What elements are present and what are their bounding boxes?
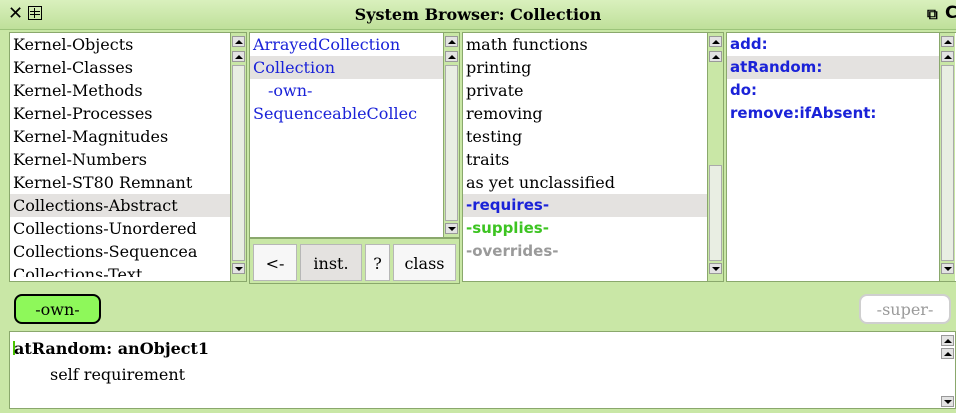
scroll-up-icon[interactable] xyxy=(445,51,458,62)
class-pane[interactable]: ArrayedCollection Collection -own- Seque… xyxy=(249,32,460,238)
selector-item[interactable]: remove:ifAbsent: xyxy=(727,102,941,125)
category-item[interactable]: Kernel-Objects xyxy=(10,33,230,56)
window-title: System Browser: Collection xyxy=(354,5,602,24)
method-signature[interactable]: atRandom: anObject1 xyxy=(14,339,209,358)
class-item-selected[interactable]: Collection xyxy=(250,56,443,79)
scroll-up-icon[interactable] xyxy=(709,36,722,47)
protocol-list[interactable]: math functions printing private removing… xyxy=(463,33,707,281)
category-item[interactable]: Collections-Unordered xyxy=(10,217,230,240)
scroll-down-icon[interactable] xyxy=(941,396,954,407)
protocol-pane[interactable]: math functions printing private removing… xyxy=(462,32,724,282)
back-button[interactable]: <- xyxy=(253,244,297,281)
class-list[interactable]: ArrayedCollection Collection -own- Seque… xyxy=(250,33,443,237)
selector-list[interactable]: add: atRandom: do: remove:ifAbsent: xyxy=(727,33,941,281)
protocol-item[interactable]: traits xyxy=(463,148,707,171)
category-item[interactable]: Kernel-Numbers xyxy=(10,148,230,171)
scrollbar-thumb[interactable] xyxy=(445,65,458,221)
category-item[interactable]: Kernel-Classes xyxy=(10,56,230,79)
selector-scrollbar[interactable] xyxy=(939,33,955,281)
super-button[interactable]: -super- xyxy=(859,294,951,324)
selector-item[interactable]: do: xyxy=(727,79,941,102)
protocol-requires[interactable]: -requires- xyxy=(463,194,707,217)
category-item[interactable]: Kernel-Magnitudes xyxy=(10,125,230,148)
protocol-scrollbar[interactable] xyxy=(707,33,723,281)
own-button[interactable]: -own- xyxy=(14,294,101,324)
category-item[interactable]: Collections-Sequencea xyxy=(10,240,230,263)
scroll-down-icon[interactable] xyxy=(445,223,458,234)
scrollbar-thumb[interactable] xyxy=(232,65,245,261)
protocol-item[interactable]: testing xyxy=(463,125,707,148)
category-scrollbar[interactable] xyxy=(230,33,246,281)
protocol-item[interactable]: removing xyxy=(463,102,707,125)
scroll-up-icon[interactable] xyxy=(941,36,954,47)
title-bar[interactable]: ✕ System Browser: Collection ⧉ C xyxy=(0,0,956,30)
category-item[interactable]: Collections-Text xyxy=(10,263,230,277)
scroll-up-icon[interactable] xyxy=(941,51,954,62)
selector-item-selected[interactable]: atRandom: xyxy=(727,56,941,79)
selector-pane[interactable]: add: atRandom: do: remove:ifAbsent: xyxy=(726,32,956,282)
code-scrollbar[interactable] xyxy=(941,332,955,408)
help-button[interactable]: ? xyxy=(365,244,390,281)
instance-class-toggle-bar: <- inst. ? class xyxy=(249,238,460,284)
protocol-item[interactable]: math functions xyxy=(463,33,707,56)
scroll-down-icon[interactable] xyxy=(941,263,954,274)
scroll-up-icon[interactable] xyxy=(709,51,722,62)
collapse-icon[interactable]: ⧉ xyxy=(927,5,938,23)
scrollbar-thumb[interactable] xyxy=(709,165,722,261)
code-editor[interactable]: atRandom: anObject1 self requirement xyxy=(9,331,956,409)
category-item[interactable]: Kernel-Methods xyxy=(10,79,230,102)
category-item-selected[interactable]: Collections-Abstract xyxy=(10,194,230,217)
scroll-down-icon[interactable] xyxy=(709,263,722,274)
class-item[interactable]: SequenceableCollec xyxy=(250,102,443,125)
class-item-own[interactable]: -own- xyxy=(250,79,443,102)
protocol-supplies[interactable]: -supplies- xyxy=(463,217,707,240)
scroll-up-icon[interactable] xyxy=(445,36,458,47)
scroll-up-icon[interactable] xyxy=(232,51,245,62)
scroll-up-icon[interactable] xyxy=(941,348,954,359)
instance-button[interactable]: inst. xyxy=(300,244,362,281)
protocol-item[interactable]: printing xyxy=(463,56,707,79)
scroll-up-icon[interactable] xyxy=(941,335,954,346)
scroll-down-icon[interactable] xyxy=(232,263,245,274)
scrollbar-thumb[interactable] xyxy=(941,65,954,261)
protocol-item[interactable]: as yet unclassified xyxy=(463,171,707,194)
selector-item[interactable]: add: xyxy=(727,33,941,56)
category-item[interactable]: Kernel-ST80 Remnant xyxy=(10,171,230,194)
protocol-item[interactable]: private xyxy=(463,79,707,102)
category-list[interactable]: Kernel-Objects Kernel-Classes Kernel-Met… xyxy=(10,33,230,281)
method-body[interactable]: self requirement xyxy=(50,365,185,384)
class-side-button[interactable]: class xyxy=(393,244,456,281)
scroll-up-icon[interactable] xyxy=(232,36,245,47)
class-item[interactable]: ArrayedCollection xyxy=(250,33,443,56)
more-icon[interactable]: C xyxy=(945,3,956,23)
protocol-overrides[interactable]: -overrides- xyxy=(463,240,707,263)
category-pane[interactable]: Kernel-Objects Kernel-Classes Kernel-Met… xyxy=(9,32,247,282)
class-scrollbar[interactable] xyxy=(443,33,459,237)
category-item[interactable]: Kernel-Processes xyxy=(10,102,230,125)
